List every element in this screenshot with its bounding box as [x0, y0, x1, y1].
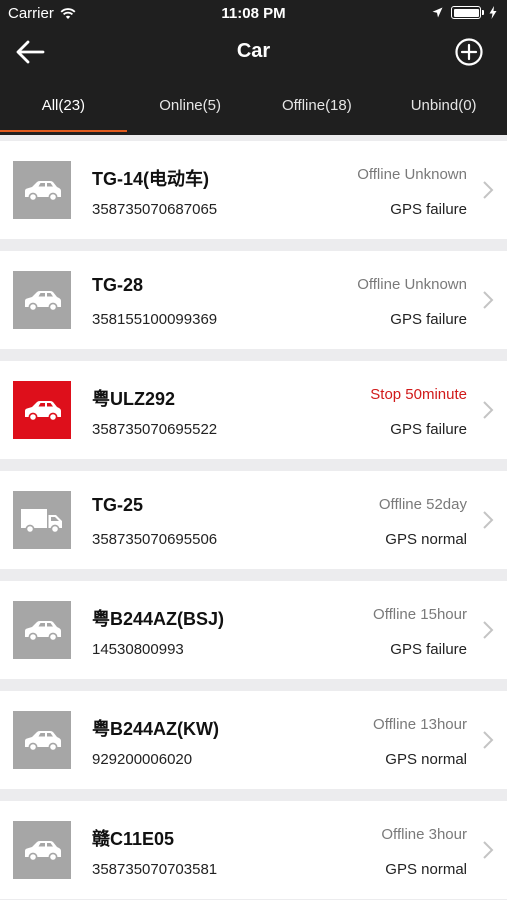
- vehicle-name: 粤B244AZ(KW): [92, 719, 220, 739]
- chevron-right-icon: [483, 511, 494, 529]
- vehicle-imei: 358735070695522: [92, 421, 218, 438]
- battery-icon: [451, 6, 484, 19]
- vehicle-imei: 358735070703581: [92, 861, 218, 878]
- vehicle-imei: 358735070695506: [92, 531, 218, 548]
- gps-status: GPS failure: [390, 201, 467, 218]
- gps-status: GPS failure: [390, 311, 467, 328]
- vehicle-list: TG-14(电动车) 358735070687065 Offline Unkno…: [0, 141, 507, 900]
- chevron-right-icon: [483, 181, 494, 199]
- truck-icon: [13, 491, 71, 549]
- top-bar: Carrier 11:08 PM Car All(23) Online(5) O…: [0, 0, 507, 135]
- vehicle-row[interactable]: TG-25 358735070695506 Offline 52day GPS …: [0, 471, 507, 569]
- vehicle-state: Offline Unknown: [357, 276, 467, 293]
- vehicle-name: TG-25: [92, 495, 144, 515]
- vehicle-name: 粤ULZ292: [92, 389, 176, 409]
- car-icon: [13, 601, 71, 659]
- vehicle-name: 粤B244AZ(BSJ): [92, 609, 225, 629]
- car-icon: [13, 821, 71, 879]
- page-title: Car: [236, 40, 271, 62]
- vehicle-state: Offline 13hour: [373, 716, 467, 733]
- vehicle-imei: 929200006020: [92, 751, 193, 768]
- vehicle-state: Offline 3hour: [381, 826, 467, 843]
- status-bar: Carrier 11:08 PM: [0, 0, 507, 28]
- tab-offline[interactable]: Offline(18): [254, 84, 381, 132]
- vehicle-imei: 14530800993: [92, 641, 184, 658]
- car-icon: [13, 381, 71, 439]
- vehicle-row[interactable]: 粤ULZ292 358735070695522 Stop 50minute GP…: [0, 361, 507, 459]
- vehicle-state: Offline 15hour: [373, 606, 467, 623]
- add-circle-icon: [455, 38, 483, 66]
- gps-status: GPS failure: [390, 641, 467, 658]
- vehicle-row[interactable]: 赣C11E05 358735070703581 Offline 3hour GP…: [0, 801, 507, 899]
- vehicle-row[interactable]: TG-28 358155100099369 Offline Unknown GP…: [0, 251, 507, 349]
- vehicle-row[interactable]: 粤B244AZ(BSJ) 14530800993 Offline 15hour …: [0, 581, 507, 679]
- vehicle-row[interactable]: 粤B244AZ(KW) 929200006020 Offline 13hour …: [0, 691, 507, 789]
- vehicle-row[interactable]: TG-14(电动车) 358735070687065 Offline Unkno…: [0, 141, 507, 239]
- vehicle-state: Offline Unknown: [357, 166, 467, 183]
- location-arrow-icon: [432, 7, 443, 18]
- tab-all[interactable]: All(23): [0, 84, 127, 132]
- car-icon: [13, 711, 71, 769]
- car-icon: [13, 161, 71, 219]
- chevron-right-icon: [483, 401, 494, 419]
- tab-online[interactable]: Online(5): [127, 84, 254, 132]
- vehicle-name: TG-28: [92, 275, 144, 295]
- charging-bolt-icon: [489, 6, 497, 19]
- vehicle-state: Offline 52day: [378, 496, 467, 513]
- vehicle-name: 赣C11E05: [92, 829, 175, 849]
- chevron-right-icon: [483, 841, 494, 859]
- status-right: [432, 6, 497, 19]
- vehicle-name: TG-14(电动车): [92, 169, 209, 189]
- vehicle-state: Stop 50minute: [370, 386, 467, 403]
- gps-status: GPS normal: [385, 751, 467, 768]
- vehicle-imei: 358155100099369: [92, 311, 218, 328]
- gps-status: GPS failure: [390, 421, 467, 438]
- status-time: 11:08 PM: [221, 5, 286, 22]
- add-vehicle-button[interactable]: [453, 36, 485, 68]
- chevron-right-icon: [483, 621, 494, 639]
- nav-bar: Car: [0, 28, 507, 76]
- gps-status: GPS normal: [385, 531, 467, 548]
- filter-tabs: All(23) Online(5) Offline(18) Unbind(0): [0, 84, 507, 132]
- vehicle-imei: 358735070687065: [92, 201, 218, 218]
- chevron-right-icon: [483, 731, 494, 749]
- gps-status: GPS normal: [385, 861, 467, 878]
- chevron-right-icon: [483, 291, 494, 309]
- tab-unbind[interactable]: Unbind(0): [380, 84, 507, 132]
- car-icon: [13, 271, 71, 329]
